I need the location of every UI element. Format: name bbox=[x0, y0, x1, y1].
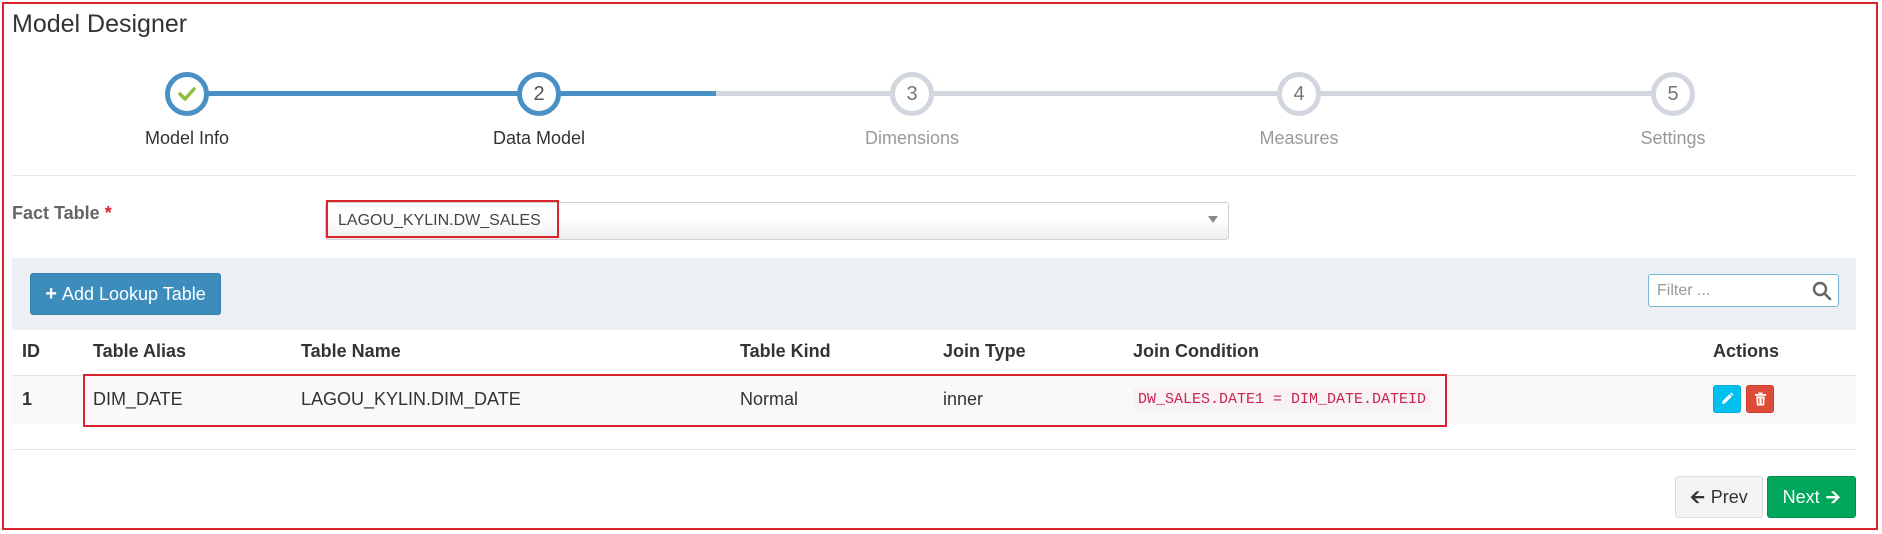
prev-button[interactable]: 🡨 Prev bbox=[1675, 476, 1763, 518]
column-header-join-condition: Join Condition bbox=[1133, 341, 1259, 361]
step-circle: 3 bbox=[890, 72, 934, 116]
step-label: Model Info bbox=[144, 128, 230, 148]
wizard-step-settings[interactable]: 5 Settings bbox=[1573, 72, 1773, 149]
edit-row-button[interactable] bbox=[1713, 385, 1741, 413]
cell-join-condition: DW_SALES.DATE1 = DIM_DATE.DATEID bbox=[1133, 388, 1432, 411]
next-label: Next bbox=[1782, 486, 1820, 507]
add-lookup-table-label: Add Lookup Table bbox=[61, 283, 206, 304]
cell-join-type: inner bbox=[943, 389, 984, 409]
next-button[interactable]: Next 🡪 bbox=[1767, 476, 1856, 518]
step-label: Data Model bbox=[492, 128, 586, 148]
arrow-left-icon: 🡨 bbox=[1690, 487, 1705, 507]
fact-table-label: Fact Table * bbox=[12, 203, 112, 224]
column-header-id: ID bbox=[22, 341, 40, 361]
delete-row-button[interactable] bbox=[1746, 385, 1774, 413]
column-header-table-kind: Table Kind bbox=[740, 341, 831, 361]
cell-table-kind: Normal bbox=[740, 389, 799, 409]
cell-table-alias: DIM_DATE bbox=[93, 389, 183, 409]
fact-table-select[interactable]: LAGOU_KYLIN.DW_SALES bbox=[325, 202, 1229, 240]
dropdown-arrow-icon bbox=[1208, 216, 1218, 223]
pencil-icon bbox=[1722, 392, 1734, 404]
step-circle: 5 bbox=[1651, 72, 1695, 116]
column-header-actions: Actions bbox=[1713, 341, 1780, 361]
page-title: Model Designer bbox=[12, 10, 188, 38]
filter-input[interactable] bbox=[1649, 275, 1809, 306]
column-header-join-type: Join Type bbox=[943, 341, 1026, 361]
wizard-step-measures[interactable]: 4 Measures bbox=[1199, 72, 1399, 149]
required-mark: * bbox=[104, 203, 112, 223]
step-circle bbox=[165, 72, 209, 116]
wizard-step-model-info[interactable]: Model Info bbox=[87, 72, 287, 149]
table-row bbox=[12, 375, 1856, 424]
step-label: Dimensions bbox=[864, 128, 960, 148]
check-icon bbox=[178, 87, 196, 101]
trash-icon bbox=[1754, 392, 1766, 406]
step-circle: 4 bbox=[1277, 72, 1321, 116]
step-circle: 2 bbox=[517, 72, 561, 116]
fact-table-label-text: Fact Table bbox=[12, 203, 100, 223]
plus-icon: + bbox=[45, 283, 57, 305]
step-label: Measures bbox=[1259, 128, 1339, 148]
wizard-step-data-model[interactable]: 2 Data Model bbox=[439, 72, 639, 149]
divider bbox=[12, 175, 1856, 176]
wizard-step-dimensions[interactable]: 3 Dimensions bbox=[812, 72, 1012, 149]
filter-box bbox=[1648, 274, 1839, 307]
cell-id: 1 bbox=[22, 389, 33, 409]
arrow-right-icon: 🡪 bbox=[1825, 487, 1841, 507]
lookup-toolbar: + Add Lookup Table bbox=[12, 258, 1856, 330]
search-icon[interactable] bbox=[1812, 281, 1832, 301]
column-header-table-name: Table Name bbox=[301, 341, 401, 361]
prev-label: Prev bbox=[1710, 486, 1748, 507]
cell-table-name: LAGOU_KYLIN.DIM_DATE bbox=[301, 389, 521, 409]
add-lookup-table-button[interactable]: + Add Lookup Table bbox=[30, 273, 221, 315]
column-header-table-alias: Table Alias bbox=[93, 341, 187, 361]
step-label: Settings bbox=[1640, 128, 1706, 148]
divider bbox=[12, 449, 1856, 450]
fact-table-select-value: LAGOU_KYLIN.DW_SALES bbox=[338, 212, 541, 229]
